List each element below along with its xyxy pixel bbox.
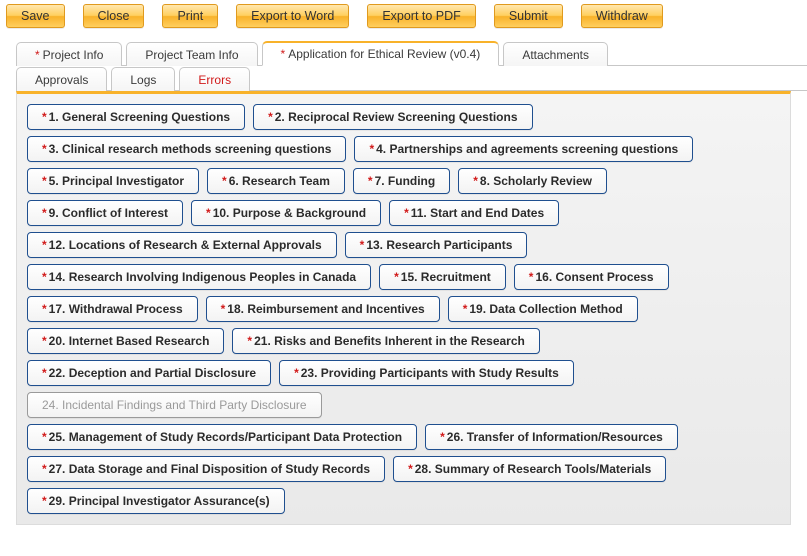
step-8-scholarly-review[interactable]: *8. Scholarly Review	[458, 168, 607, 194]
step-20-internet-based-research[interactable]: *20. Internet Based Research	[27, 328, 224, 354]
step-label: 7. Funding	[375, 174, 436, 188]
step-label: 9. Conflict of Interest	[49, 206, 168, 220]
export-word-button[interactable]: Export to Word	[236, 4, 349, 28]
step-label: 10. Purpose & Background	[213, 206, 366, 220]
step-9-conflict-of-interest[interactable]: *9. Conflict of Interest	[27, 200, 183, 226]
step-label: 18. Reimbursement and Incentives	[227, 302, 424, 316]
step-label: 1. General Screening Questions	[49, 110, 230, 124]
submit-button[interactable]: Submit	[494, 4, 563, 28]
step-label: 16. Consent Process	[535, 270, 653, 284]
step-label: 14. Research Involving Indigenous People…	[49, 270, 356, 284]
step-label: 8. Scholarly Review	[480, 174, 592, 188]
step-label: 22. Deception and Partial Disclosure	[49, 366, 256, 380]
step-22-deception-disclosure[interactable]: *22. Deception and Partial Disclosure	[27, 360, 271, 386]
step-label: 6. Research Team	[229, 174, 330, 188]
step-11-start-end-dates[interactable]: *11. Start and End Dates	[389, 200, 559, 226]
step-label: 15. Recruitment	[401, 270, 491, 284]
step-12-locations-external-approvals[interactable]: *12. Locations of Research & External Ap…	[27, 232, 337, 258]
step-label: 28. Summary of Research Tools/Materials	[415, 462, 652, 476]
step-2-reciprocal-review[interactable]: *2. Reciprocal Review Screening Question…	[253, 104, 532, 130]
step-16-consent-process[interactable]: *16. Consent Process	[514, 264, 669, 290]
step-25-study-records-protection[interactable]: *25. Management of Study Records/Partici…	[27, 424, 417, 450]
step-label: 27. Data Storage and Final Disposition o…	[49, 462, 370, 476]
step-15-recruitment[interactable]: *15. Recruitment	[379, 264, 506, 290]
step-23-providing-results[interactable]: *23. Providing Participants with Study R…	[279, 360, 574, 386]
step-29-pi-assurance[interactable]: *29. Principal Investigator Assurance(s)	[27, 488, 285, 514]
required-marker: *	[35, 48, 40, 62]
step-26-transfer-information[interactable]: *26. Transfer of Information/Resources	[425, 424, 678, 450]
step-label: 3. Clinical research methods screening q…	[49, 142, 332, 156]
step-label: 12. Locations of Research & External App…	[49, 238, 322, 252]
tab-project-info[interactable]: *Project Info	[16, 42, 122, 66]
tab-label: Project Info	[43, 48, 104, 62]
save-button[interactable]: Save	[6, 4, 65, 28]
step-label: 4. Partnerships and agreements screening…	[376, 142, 678, 156]
step-18-reimbursement-incentives[interactable]: *18. Reimbursement and Incentives	[206, 296, 440, 322]
tab-label: Attachments	[522, 48, 589, 62]
step-label: 5. Principal Investigator	[49, 174, 184, 188]
step-4-partnerships-agreements[interactable]: *4. Partnerships and agreements screenin…	[354, 136, 693, 162]
step-17-withdrawal-process[interactable]: *17. Withdrawal Process	[27, 296, 198, 322]
step-24-incidental-findings: 24. Incidental Findings and Third Party …	[27, 392, 322, 418]
step-7-funding[interactable]: *7. Funding	[353, 168, 450, 194]
step-6-research-team[interactable]: *6. Research Team	[207, 168, 345, 194]
action-toolbar: Save Close Print Export to Word Export t…	[0, 0, 807, 40]
step-21-risks-benefits[interactable]: *21. Risks and Benefits Inherent in the …	[232, 328, 539, 354]
step-14-indigenous-peoples[interactable]: *14. Research Involving Indigenous Peopl…	[27, 264, 371, 290]
step-label: 19. Data Collection Method	[469, 302, 622, 316]
step-1-general-screening[interactable]: *1. General Screening Questions	[27, 104, 245, 130]
step-label: 20. Internet Based Research	[49, 334, 210, 348]
tab-label: Logs	[130, 73, 156, 87]
export-pdf-button[interactable]: Export to PDF	[367, 4, 476, 28]
tab-project-team-info[interactable]: Project Team Info	[126, 42, 257, 66]
tab-label: Approvals	[35, 73, 88, 87]
tab-label: Application for Ethical Review (v0.4)	[288, 47, 480, 61]
required-marker: *	[281, 47, 286, 61]
close-button[interactable]: Close	[83, 4, 145, 28]
step-label: 11. Start and End Dates	[411, 206, 544, 220]
step-label: 29. Principal Investigator Assurance(s)	[49, 494, 270, 508]
print-button[interactable]: Print	[162, 4, 218, 28]
step-label: 21. Risks and Benefits Inherent in the R…	[254, 334, 525, 348]
step-label: 13. Research Participants	[366, 238, 512, 252]
sub-tabs: Approvals Logs Errors	[16, 66, 807, 91]
step-10-purpose-background[interactable]: *10. Purpose & Background	[191, 200, 381, 226]
section-navigator: *1. General Screening Questions *2. Reci…	[16, 91, 791, 525]
step-label: 17. Withdrawal Process	[49, 302, 183, 316]
step-label: 2. Reciprocal Review Screening Questions	[275, 110, 518, 124]
tab-approvals[interactable]: Approvals	[16, 67, 107, 91]
tab-errors[interactable]: Errors	[179, 67, 250, 91]
tab-application-ethical-review[interactable]: *Application for Ethical Review (v0.4)	[262, 41, 500, 66]
step-28-research-tools-materials[interactable]: *28. Summary of Research Tools/Materials	[393, 456, 666, 482]
withdraw-button[interactable]: Withdraw	[581, 4, 663, 28]
step-label: 26. Transfer of Information/Resources	[447, 430, 663, 444]
step-label: 23. Providing Participants with Study Re…	[301, 366, 559, 380]
step-3-clinical-research-methods[interactable]: *3. Clinical research methods screening …	[27, 136, 346, 162]
step-27-data-storage-disposition[interactable]: *27. Data Storage and Final Disposition …	[27, 456, 385, 482]
tab-label: Errors	[198, 73, 231, 87]
step-label: 25. Management of Study Records/Particip…	[49, 430, 402, 444]
tab-attachments[interactable]: Attachments	[503, 42, 608, 66]
tab-logs[interactable]: Logs	[111, 67, 175, 91]
step-19-data-collection-method[interactable]: *19. Data Collection Method	[448, 296, 638, 322]
step-label: 24. Incidental Findings and Third Party …	[42, 398, 307, 412]
tab-label: Project Team Info	[145, 48, 238, 62]
main-tabs: *Project Info Project Team Info *Applica…	[16, 40, 807, 66]
step-5-principal-investigator[interactable]: *5. Principal Investigator	[27, 168, 199, 194]
step-13-research-participants[interactable]: *13. Research Participants	[345, 232, 528, 258]
